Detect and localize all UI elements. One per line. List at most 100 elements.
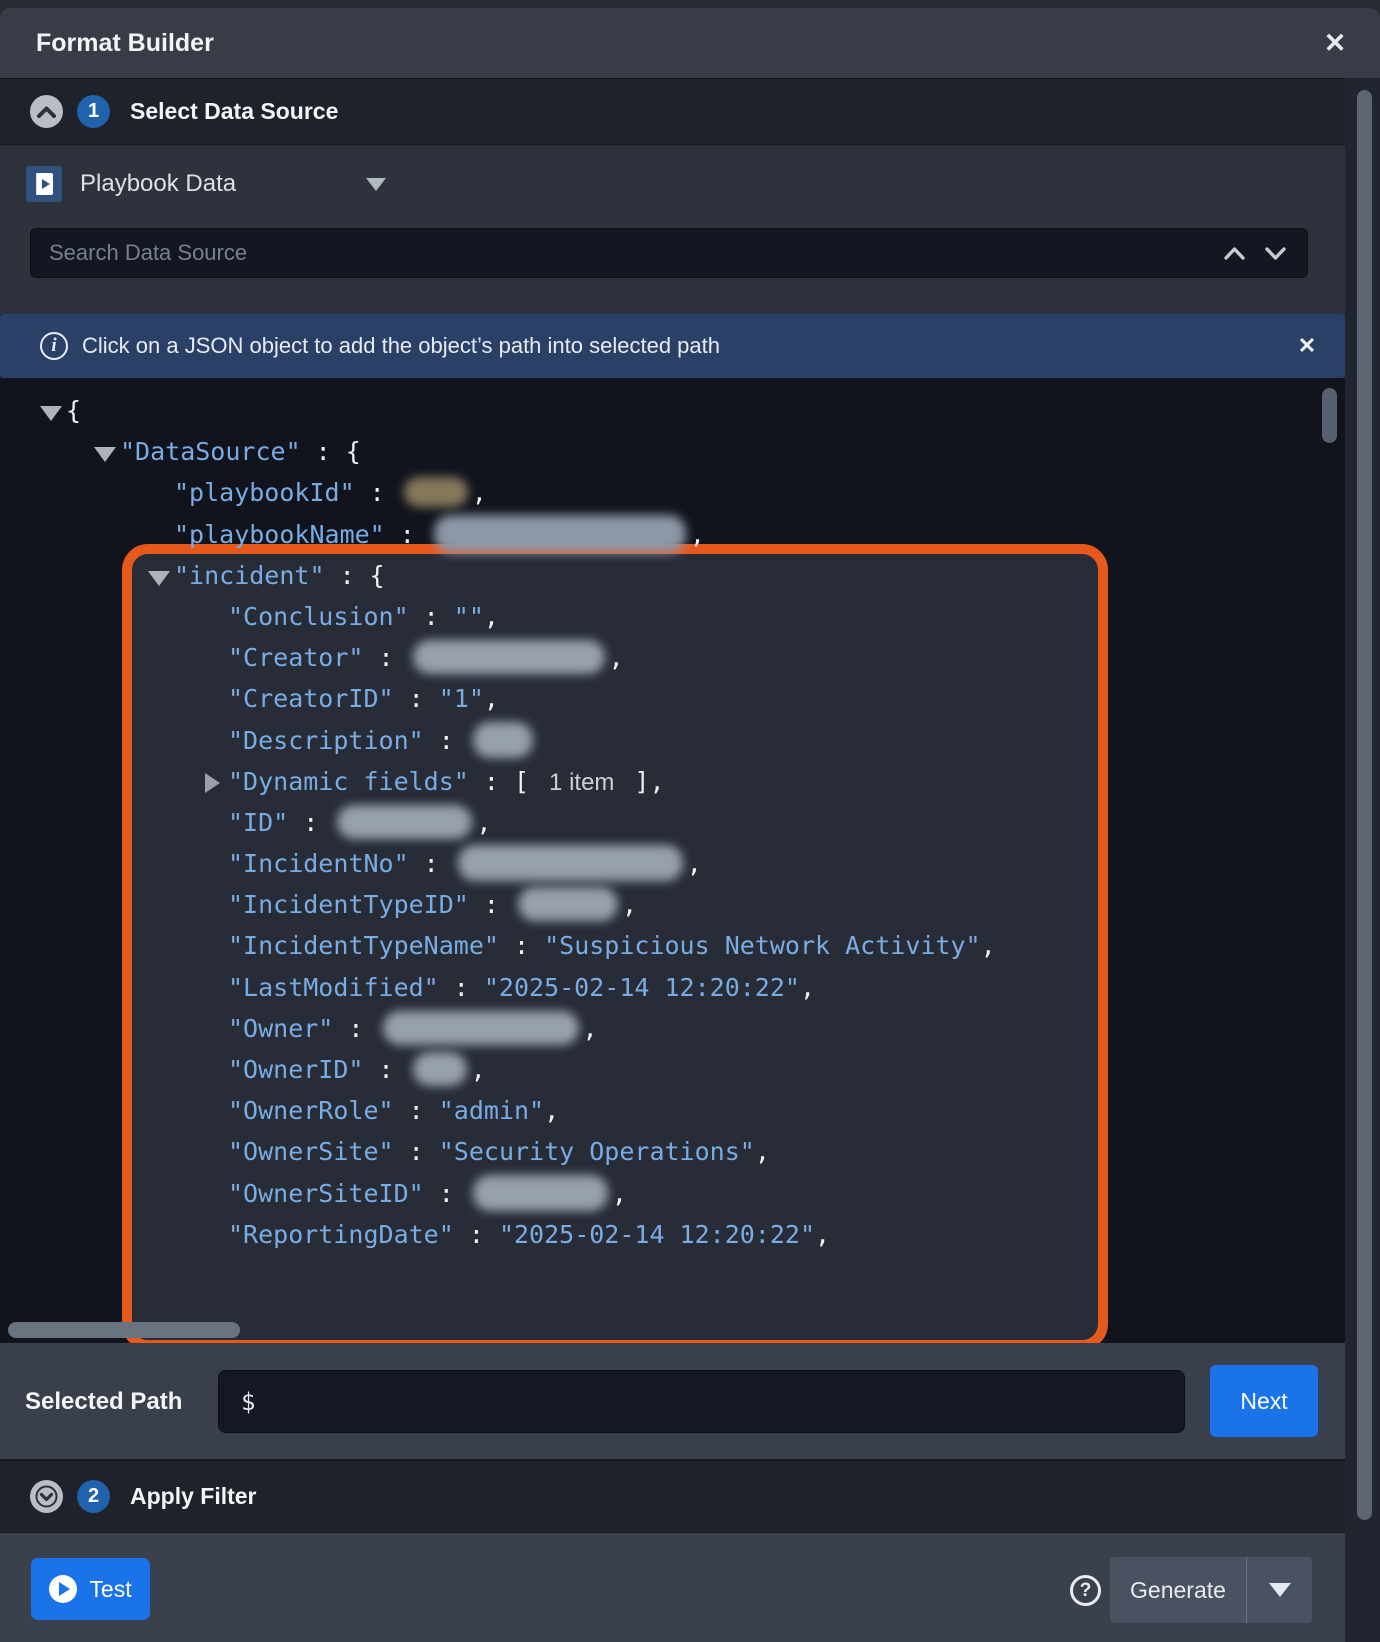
json-token-str: "1": [439, 684, 484, 713]
step1-header: 1 Select Data Source: [0, 78, 1380, 145]
json-viewer: {"DataSource" : {"playbookId" : ,"playbo…: [0, 378, 1345, 1343]
collapse-triangle-icon[interactable]: [94, 438, 120, 468]
expander-spacer: [148, 479, 174, 509]
selected-path-input[interactable]: [219, 1371, 1184, 1432]
json-horizontal-scrollbar[interactable]: [8, 1322, 240, 1338]
format-builder-dialog: Format Builder ✕ 1 Select Data Source Pl…: [0, 0, 1380, 1642]
json-line[interactable]: {: [0, 390, 1345, 431]
expander-spacer: [202, 891, 228, 921]
json-token-punc: :: [409, 849, 454, 878]
json-vertical-scrollbar[interactable]: [1322, 388, 1337, 443]
expander-spacer: [148, 521, 174, 551]
caret-down-icon: [1269, 1583, 1291, 1597]
json-line[interactable]: "IncidentTypeID" : ,: [0, 884, 1345, 925]
json-line[interactable]: "Description" :: [0, 720, 1345, 761]
expand-triangle-icon[interactable]: [202, 768, 228, 798]
step1-number-badge: 1: [77, 95, 110, 128]
json-token-punc: :: [454, 1220, 499, 1249]
expander-spacer: [202, 932, 228, 962]
json-token-key: "Description": [228, 726, 424, 755]
json-line[interactable]: "DataSource" : {: [0, 431, 1345, 472]
search-input[interactable]: [49, 240, 1223, 266]
json-line[interactable]: "IncidentNo" : ,: [0, 843, 1345, 884]
dialog-title: Format Builder: [36, 29, 214, 58]
selected-path-field-wrap: [218, 1370, 1185, 1433]
json-token-punc: :: [499, 931, 544, 960]
json-token-punc: :: [469, 890, 514, 919]
json-line[interactable]: "OwnerRole" : "admin",: [0, 1090, 1345, 1131]
json-line[interactable]: "OwnerID" : ,: [0, 1049, 1345, 1090]
help-icon[interactable]: ?: [1070, 1575, 1101, 1606]
json-token-punc: ,: [472, 478, 487, 507]
json-line[interactable]: "playbookId" : ,: [0, 472, 1345, 513]
json-token-key: "OwnerID": [228, 1055, 363, 1084]
json-token-punc: :: [288, 808, 333, 837]
search-next-icon[interactable]: [1264, 246, 1287, 261]
json-token-punc: ,: [484, 602, 499, 631]
expander-spacer: [202, 1056, 228, 1086]
json-token-key: "IncidentTypeName": [228, 931, 499, 960]
json-line[interactable]: "LastModified" : "2025-02-14 12:20:22",: [0, 967, 1345, 1008]
dropdown-caret-icon: [366, 178, 386, 191]
json-token-punc: :: [363, 1055, 408, 1084]
json-line[interactable]: "IncidentTypeName" : "Suspicious Network…: [0, 925, 1345, 966]
step2-expand-button[interactable]: [30, 1480, 63, 1513]
json-token-punc: :: [394, 1096, 439, 1125]
json-token-punc: : [: [469, 767, 529, 796]
json-token-key: "DataSource": [120, 437, 301, 466]
json-token-punc: ,: [612, 1179, 627, 1208]
next-button[interactable]: Next: [1210, 1365, 1318, 1437]
json-line[interactable]: "Owner" : ,: [0, 1008, 1345, 1049]
json-line[interactable]: "CreatorID" : "1",: [0, 678, 1345, 719]
dialog-footer: Test Generate: [0, 1533, 1380, 1642]
json-token-punc: {: [66, 396, 81, 425]
expander-spacer: [202, 1097, 228, 1127]
test-button[interactable]: Test: [31, 1558, 150, 1620]
generate-dropdown-button[interactable]: [1247, 1557, 1312, 1623]
collapse-triangle-icon[interactable]: [148, 562, 174, 592]
data-source-dropdown[interactable]: Playbook Data: [26, 165, 386, 203]
json-line[interactable]: "ReportingDate" : "2025-02-14 12:20:22",: [0, 1214, 1345, 1255]
json-token-punc: ,: [800, 973, 815, 1002]
dialog-scrollbar-thumb[interactable]: [1357, 90, 1372, 1520]
json-token-punc: ,: [687, 849, 702, 878]
data-source-selected-value: Playbook Data: [80, 170, 236, 198]
json-token-key: "ReportingDate": [228, 1220, 454, 1249]
dialog-close-icon[interactable]: ✕: [1314, 22, 1356, 64]
step1-collapse-button[interactable]: [30, 95, 63, 128]
search-prev-icon[interactable]: [1223, 246, 1246, 261]
json-token-key: "playbookName": [174, 520, 385, 549]
json-line[interactable]: "OwnerSiteID" : ,: [0, 1173, 1345, 1214]
redacted-value: [413, 640, 605, 674]
json-token-punc: ,: [476, 808, 491, 837]
json-line[interactable]: "Creator" : ,: [0, 637, 1345, 678]
json-token-str: "2025-02-14 12:20:22": [499, 1220, 815, 1249]
json-token-punc: ,: [484, 684, 499, 713]
json-line[interactable]: "incident" : {: [0, 555, 1345, 596]
redacted-value: [383, 1011, 579, 1045]
json-token-punc: : {: [301, 437, 361, 466]
json-line[interactable]: "Dynamic fields" : [1 item],: [0, 761, 1345, 802]
info-banner-close-icon[interactable]: ✕: [1291, 330, 1323, 362]
generate-button[interactable]: Generate: [1110, 1557, 1247, 1623]
json-token-key: "Conclusion": [228, 602, 409, 631]
json-token-punc: :: [394, 1137, 439, 1166]
chevron-up-icon: [37, 106, 56, 118]
json-line[interactable]: "ID" : ,: [0, 802, 1345, 843]
collapse-triangle-icon[interactable]: [40, 397, 66, 427]
generate-split-button: Generate: [1110, 1557, 1312, 1623]
json-line[interactable]: "playbookName" : ,: [0, 514, 1345, 555]
expander-spacer: [202, 1138, 228, 1168]
play-icon: [49, 1575, 77, 1603]
json-line[interactable]: "OwnerSite" : "Security Operations",: [0, 1131, 1345, 1172]
json-token-punc: :: [385, 520, 430, 549]
json-token-punc: ,: [583, 1014, 598, 1043]
info-banner: i Click on a JSON object to add the obje…: [0, 314, 1345, 378]
test-button-label: Test: [89, 1576, 131, 1603]
json-line[interactable]: "Conclusion" : "",: [0, 596, 1345, 637]
chevron-down-circle-icon: [35, 1485, 58, 1508]
expander-spacer: [202, 850, 228, 880]
playbook-icon: [26, 166, 62, 202]
expander-spacer: [202, 1180, 228, 1210]
step2-number-badge: 2: [77, 1480, 110, 1513]
